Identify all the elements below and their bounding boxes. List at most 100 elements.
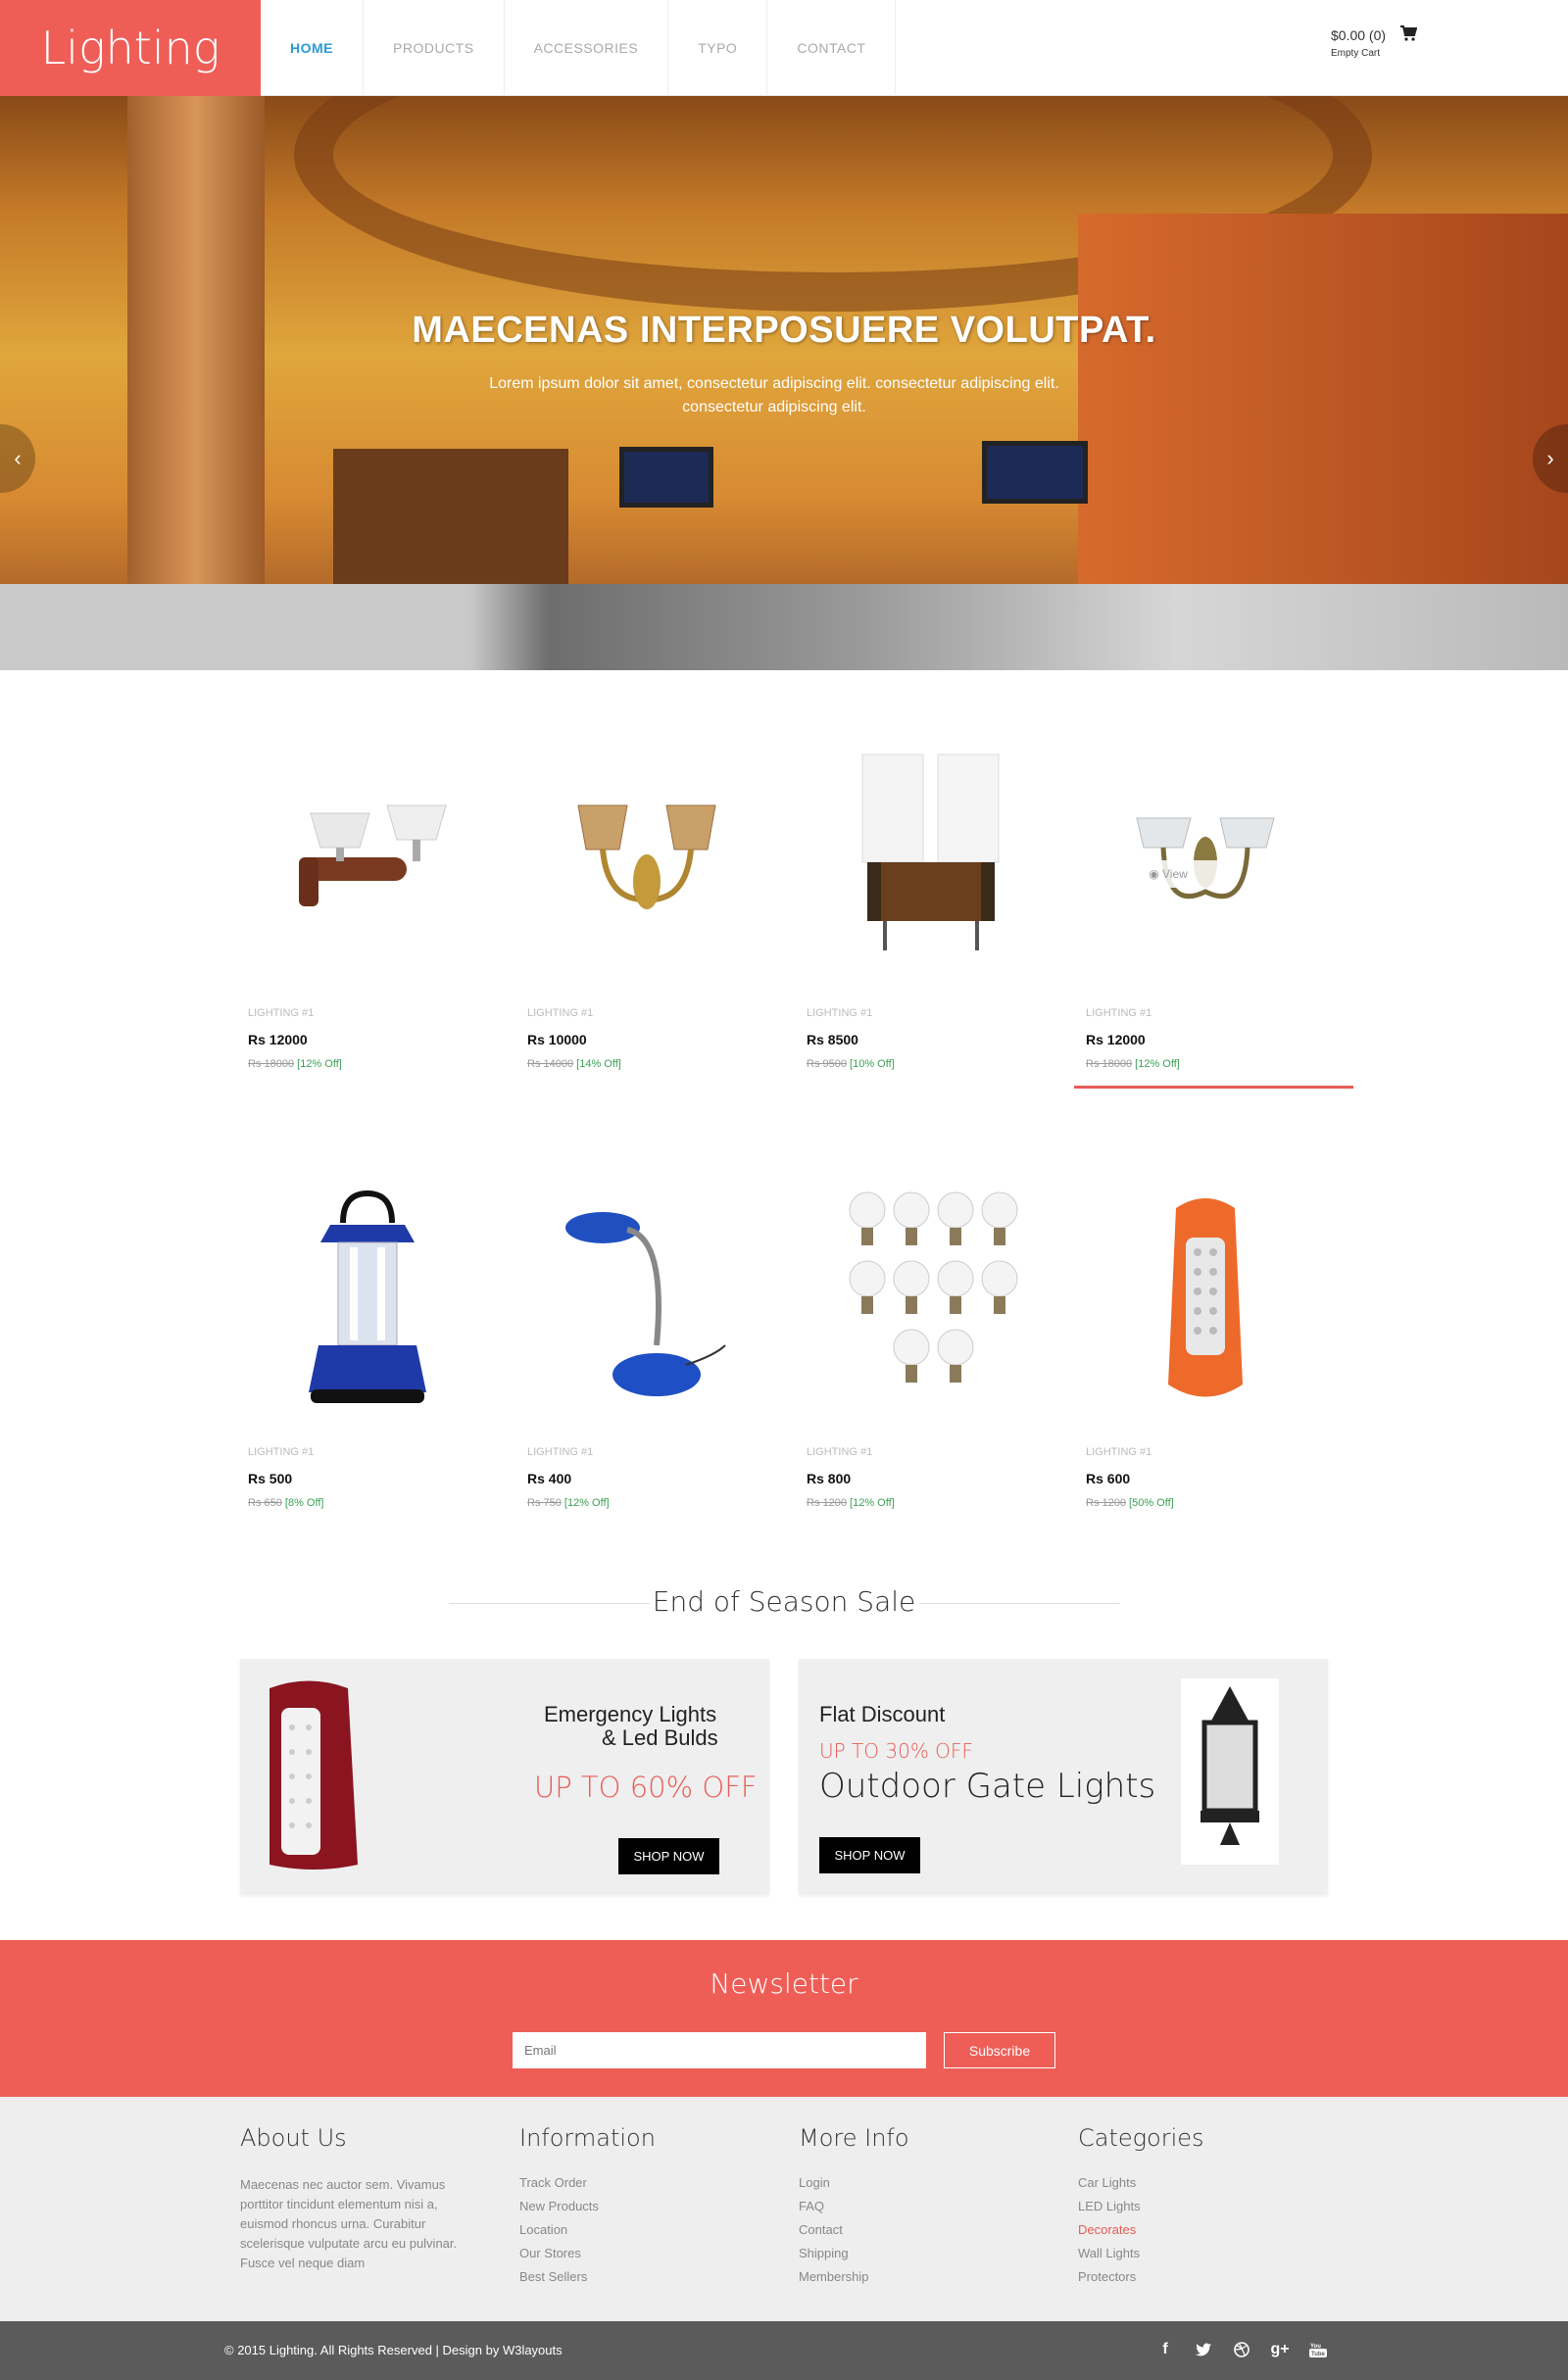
footer-heading: More Info [799, 2124, 909, 2152]
banner-line1: Emergency Lights [544, 1702, 717, 1726]
wall-lamp-square-icon[interactable] [808, 745, 1044, 980]
hero-text: Lorem ipsum dolor sit amet, consectetur … [489, 375, 1059, 415]
product-price: Rs 600 [1086, 1471, 1131, 1486]
slider-prev-button[interactable]: ‹ [0, 424, 35, 493]
product-old-price: Rs 650 [8% Off] [248, 1497, 324, 1509]
product-price: Rs 12000 [1086, 1032, 1146, 1047]
product-old-price: Rs 18000 [12% Off] [248, 1058, 342, 1070]
cart[interactable]: $0.00 (0) Empty Cart [1331, 25, 1417, 59]
footer-link[interactable]: Protectors [1078, 2269, 1204, 2293]
youtube-icon[interactable]: You Tube [1307, 2339, 1329, 2360]
footer-information: Information Track Order New Products Loc… [519, 2124, 656, 2293]
product-price: Rs 400 [527, 1471, 572, 1486]
footer-link[interactable]: LED Lights [1078, 2199, 1204, 2222]
nav-home[interactable]: HOME [261, 0, 364, 96]
product-card[interactable]: LIGHTING #1 Rs 10000 Rs 14000 [14% Off] [519, 745, 799, 1097]
footer-link[interactable]: Location [519, 2222, 656, 2246]
footer-heading: Categories [1078, 2124, 1204, 2152]
footer-categories: Categories Car Lights LED Lights Decorat… [1078, 2124, 1204, 2293]
nav-contact[interactable]: CONTACT [767, 0, 897, 96]
footer-link[interactable]: Car Lights [1078, 2175, 1204, 2199]
footer-link[interactable]: FAQ [799, 2199, 909, 2222]
product-price: Rs 500 [248, 1471, 293, 1486]
sale-banner-outdoor[interactable]: Flat Discount UP TO 30% OFF Outdoor Gate… [799, 1659, 1328, 1894]
site-logo[interactable]: Lighting [0, 0, 261, 96]
newsletter-section: Newsletter Subscribe [0, 1940, 1568, 2097]
footer-link[interactable]: Decorates [1078, 2222, 1204, 2246]
svg-text:Tube: Tube [1311, 2352, 1326, 2357]
product-row: LIGHTING #1 Rs 12000 Rs 18000 [12% Off] … [240, 745, 1357, 1097]
product-card[interactable]: ◉ View LIGHTING #1 Rs 12000 Rs 18000 [12… [1074, 745, 1357, 1097]
hero-title: MAECENAS INTERPOSUERE VOLUTPAT. [412, 310, 1156, 351]
product-category: LIGHTING #1 [1086, 1446, 1152, 1458]
lantern-icon[interactable] [250, 1184, 485, 1419]
subscribe-button[interactable]: Subscribe [944, 2032, 1055, 2068]
footer-link[interactable]: Wall Lights [1078, 2246, 1204, 2269]
footer-more-info: More Info Login FAQ Contact Shipping Mem… [799, 2124, 909, 2293]
product-old-price: Rs 1200 [12% Off] [807, 1497, 895, 1509]
facebook-icon[interactable]: f [1154, 2339, 1176, 2360]
cart-icon [1400, 25, 1417, 41]
desk-lamp-icon[interactable] [529, 1184, 764, 1419]
view-button[interactable]: ◉ View [1117, 860, 1219, 888]
footer-link[interactable]: New Products [519, 2199, 656, 2222]
footer-link[interactable]: Track Order [519, 2175, 656, 2199]
emergency-light-icon[interactable] [1088, 1184, 1323, 1419]
product-price: Rs 8500 [807, 1032, 858, 1047]
emergency-lantern-icon [270, 1680, 358, 1870]
shop-now-button[interactable]: SHOP NOW [618, 1838, 719, 1874]
newsletter-email-input[interactable] [513, 2032, 926, 2068]
hero-floor [0, 584, 1568, 670]
banner-line2: & Led Bulds [602, 1725, 718, 1750]
cart-amount: $0.00 (0) [1331, 27, 1387, 43]
social-links: f g+ You Tube [1154, 2339, 1329, 2360]
product-old-price: Rs 14000 [14% Off] [527, 1058, 621, 1070]
product-price: Rs 800 [807, 1471, 852, 1486]
footer-link[interactable]: Contact [799, 2222, 909, 2246]
product-card[interactable]: LIGHTING #1 Rs 400 Rs 750 [12% Off] [519, 1184, 799, 1536]
footer-link[interactable]: Login [799, 2175, 909, 2199]
product-card[interactable]: LIGHTING #1 Rs 12000 Rs 18000 [12% Off] [240, 745, 519, 1097]
product-category: LIGHTING #1 [807, 1446, 873, 1458]
active-underline [1074, 1086, 1353, 1089]
product-card[interactable]: LIGHTING #1 Rs 800 Rs 1200 [12% Off] [799, 1184, 1078, 1536]
chevron-left-icon: ‹ [14, 446, 22, 470]
wall-lamp-wood-icon[interactable] [250, 745, 485, 980]
banner-line1: Flat Discount [819, 1702, 946, 1726]
wall-lamp-brass-icon[interactable] [529, 745, 764, 980]
google-plus-icon[interactable]: g+ [1269, 2339, 1291, 2360]
hero-tv [982, 441, 1088, 504]
led-bulbs-icon[interactable] [808, 1184, 1044, 1419]
shop-now-button[interactable]: SHOP NOW [819, 1837, 920, 1873]
nav-typo[interactable]: TYPO [668, 0, 768, 96]
product-category: LIGHTING #1 [248, 1007, 315, 1019]
footer-link[interactable]: Our Stores [519, 2246, 656, 2269]
product-price: Rs 12000 [248, 1032, 308, 1047]
footer-link[interactable]: Shipping [799, 2246, 909, 2269]
dribbble-icon[interactable] [1231, 2339, 1252, 2360]
product-card[interactable]: LIGHTING #1 Rs 500 Rs 650 [8% Off] [240, 1184, 519, 1536]
nav-products[interactable]: PRODUCTS [364, 0, 505, 96]
gate-lantern-icon [1181, 1678, 1279, 1865]
hero-wall [1078, 214, 1568, 586]
footer-link[interactable]: Best Sellers [519, 2269, 656, 2293]
product-old-price: Rs 18000 [12% Off] [1086, 1058, 1180, 1070]
product-card[interactable]: LIGHTING #1 Rs 600 Rs 1200 [50% Off] [1078, 1184, 1357, 1536]
sale-banner-emergency[interactable]: Emergency Lights & Led Bulds UP TO 60% O… [240, 1659, 769, 1894]
footer-link[interactable]: Membership [799, 2269, 909, 2293]
cart-status: Empty Cart [1331, 48, 1381, 59]
product-old-price: Rs 9500 [10% Off] [807, 1058, 895, 1070]
product-category: LIGHTING #1 [527, 1007, 594, 1019]
sale-heading: End of Season Sale [652, 1585, 916, 1618]
twitter-icon[interactable] [1193, 2339, 1214, 2360]
product-category: LIGHTING #1 [1086, 1007, 1152, 1019]
newsletter-title: Newsletter [710, 1967, 858, 2000]
product-category: LIGHTING #1 [527, 1446, 594, 1458]
footer-about-text: Maecenas nec auctor sem. Vivamus porttit… [240, 2177, 458, 2270]
hero-tv [619, 447, 713, 508]
footer-bottom-bar: © 2015 Lighting. All Rights Reserved | D… [0, 2321, 1568, 2380]
product-card[interactable]: LIGHTING #1 Rs 8500 Rs 9500 [10% Off] [799, 745, 1078, 1097]
nav-accessories[interactable]: ACCESSORIES [505, 0, 669, 96]
footer-heading: Information [519, 2124, 656, 2152]
product-price: Rs 10000 [527, 1032, 587, 1047]
